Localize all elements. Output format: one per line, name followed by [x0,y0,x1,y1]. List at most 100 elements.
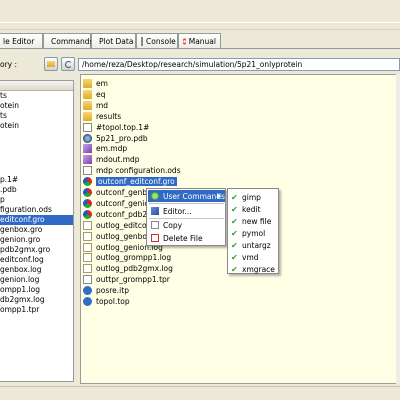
status-bar [0,386,400,400]
left-list-item[interactable]: p.1# [0,175,73,185]
file-list-item[interactable]: outlog_pdb2gmx.log [83,263,173,274]
file-list-item[interactable]: md [83,100,108,111]
menu-item-label: Editor... [163,206,192,216]
gro-icon [83,198,92,208]
logi-icon [83,264,92,274]
tab-file-editor[interactable]: le Editor [0,33,43,49]
top-toolbar-strip [0,0,400,30]
left-list-item[interactable]: otein [0,121,73,131]
menu-item-delete-file[interactable]: Delete File [148,232,225,244]
open-folder-button[interactable] [44,57,58,71]
file-name: outlog_pdb2gmx.log [96,264,173,274]
file-name: results [96,111,122,121]
editor-icon [151,207,159,215]
console-icon [141,37,143,46]
menu-item-label: User Commands [163,191,225,201]
file-list-item[interactable]: results [83,111,121,122]
left-list-item[interactable]: ompp1.log [0,285,73,295]
left-list-item[interactable]: editconf.gro [0,215,73,225]
left-list-item[interactable]: db2gmx.log [0,295,73,305]
path-row: ory : /home/reza/Desktop/research/simula… [0,56,400,74]
folder-icon [83,100,92,110]
file-list-item[interactable]: outtpr_grompp1.tpr [83,274,170,285]
file-name: mdp configuration.ods [96,166,181,176]
left-file-list[interactable]: ts otein ts otein p.1# .pdb p figuration.ods edi… [0,80,74,382]
path-input[interactable]: /home/reza/Desktop/research/simulation/5… [78,58,400,71]
file-list-item[interactable]: em.mdp [83,143,127,154]
file-name: 5p21_pro.pdb [96,133,148,143]
left-list-item[interactable]: editconf.log [0,255,73,265]
left-list-item[interactable]: ts [0,91,73,101]
left-list-item[interactable]: otein [0,101,73,111]
file-list-item[interactable]: #topol.top.1# [83,122,149,133]
left-list-item[interactable]: genbox.log [0,265,73,275]
submenu-item-label: kedit [242,204,261,214]
submenu-item-label: gimp [242,192,261,202]
file-list-item[interactable]: topol.top [83,296,130,307]
left-list-item[interactable]: figuration.ods [0,205,73,215]
checkmark-icon: ✔ [231,228,238,238]
left-list-item[interactable]: p [0,195,73,205]
ods-icon [83,166,92,176]
file-name: #topol.top.1# [96,122,150,132]
logi-icon [83,220,92,230]
menu-item-label: Copy [163,220,183,230]
left-list-item[interactable]: genion.log [0,275,73,285]
file-name: outconf_editconf.gro [96,177,177,187]
refresh-button[interactable] [61,57,75,71]
menu-item-copy[interactable]: Copy [148,219,225,231]
file-list-item[interactable]: outlog_editconf [83,220,154,231]
menu-item-user-commands[interactable]: User Commands [148,190,225,202]
file-name: em [96,79,108,88]
file-list-item[interactable]: mdp configuration.ods [83,165,181,176]
context-menu: User Commands Editor... Copy Delete File [146,188,226,246]
file-list-item[interactable]: outlog_grompp1.log [83,252,171,263]
tab-label: Manual [188,37,216,46]
menu-item-editor[interactable]: Editor... [148,205,225,217]
tab-divider [0,48,400,49]
submenu-item-xmgrace[interactable]: ✔ xmgrace [229,262,278,276]
vertical-scrollbar[interactable] [396,74,400,384]
logi-icon [83,242,92,252]
itp-icon [83,297,92,306]
tab-plot-data[interactable]: Plot Data [91,33,136,49]
tpr-icon [83,275,92,285]
checkmark-icon: ✔ [231,252,238,262]
logi-icon [83,253,92,263]
file-list-item[interactable]: outconf_genbox [83,187,156,198]
delete-icon [151,234,159,242]
tab-label: Commands [51,37,94,46]
folder-icon [83,79,92,88]
tab-manual[interactable]: Manual [178,33,221,49]
left-list-item[interactable]: genbox.gro [0,225,73,235]
tab-commands[interactable]: Commands [43,33,94,49]
checkmark-icon: ✔ [231,216,238,226]
submenu-item-label: pymol [242,228,266,238]
file-list-item[interactable]: posre.itp [83,285,129,296]
checkmark-icon: ✔ [231,240,238,250]
mdp-icon [83,155,92,165]
file-list-item[interactable]: em [83,78,108,89]
left-list-item[interactable]: ts [0,111,73,121]
tab-label: Plot Data [99,37,134,46]
left-list-header [0,81,73,91]
file-list-item[interactable]: eq [83,89,105,100]
mdp-icon [83,144,92,154]
left-list-item[interactable]: pdb2gmx.gro [0,245,73,255]
file-list-item[interactable]: outconf_editconf.gro [83,176,177,187]
left-list-item[interactable]: genion.gro [0,235,73,245]
pdb-icon [83,133,92,143]
checkmark-icon: ✔ [231,192,238,202]
tab-label: Console [146,37,176,46]
checkmark-icon: ✔ [231,204,238,214]
doc-icon [83,122,92,132]
left-list-item[interactable]: ompp1.tpr [0,305,73,315]
left-list-item[interactable]: .pdb [0,185,73,195]
manual-icon [183,37,186,46]
tab-console[interactable]: Console [136,33,178,49]
file-list-item[interactable]: outconf_genion [83,198,154,209]
file-list-item[interactable]: 5p21_pro.pdb [83,133,148,144]
file-name: outlog_grompp1.log [96,253,172,263]
itp-icon [83,286,92,296]
file-list-item[interactable]: mdout.mdp [83,154,140,165]
